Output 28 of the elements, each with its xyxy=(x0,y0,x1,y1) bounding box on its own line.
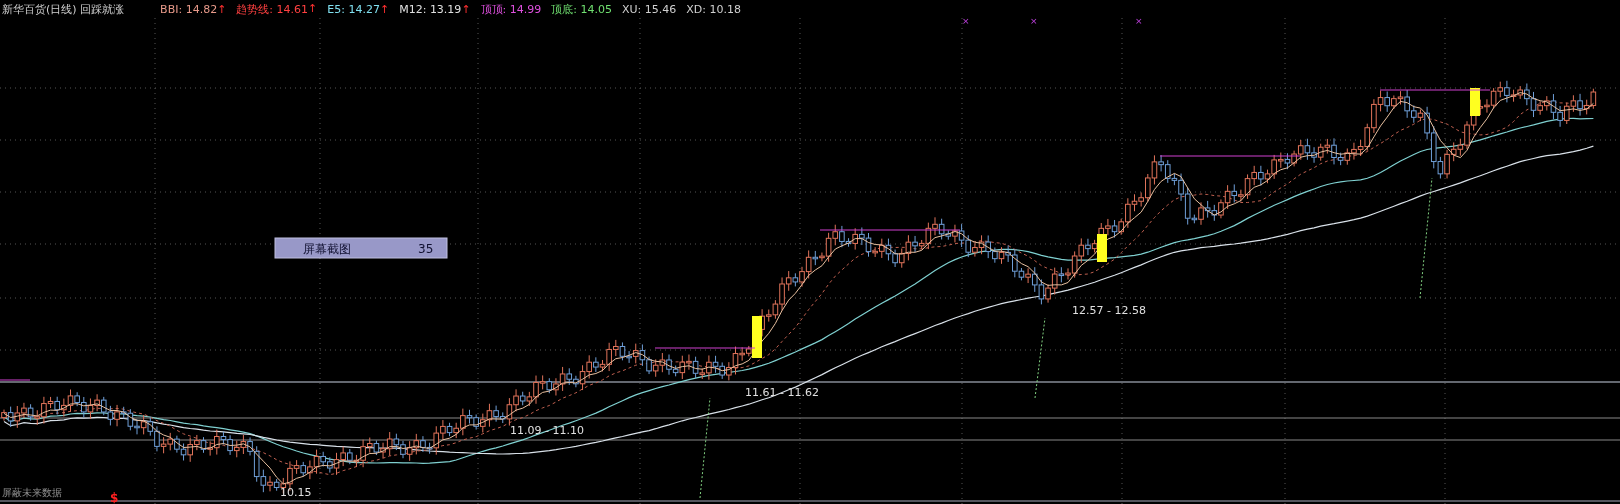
signal-bar xyxy=(1470,88,1480,116)
indicator-value: XD: 10.18 xyxy=(686,2,742,16)
screenshot-count: 35 xyxy=(418,242,434,256)
indicator-value: 顶底: 14.05 xyxy=(551,1,613,17)
low-price-label: 10.15 xyxy=(280,486,312,499)
resistance-line xyxy=(0,379,31,381)
screenshot-label: 屏幕截图 xyxy=(303,242,351,256)
up-arrow-icon: ↑ xyxy=(308,1,318,17)
indicator-value: M12: 13.19 xyxy=(399,2,462,16)
up-arrow-icon: ↑ xyxy=(217,2,227,16)
indicator-value: E5: 14.27 xyxy=(327,2,380,16)
price-range-label: 11.09 - 11.10 xyxy=(510,424,584,437)
cross-mark: × xyxy=(962,18,970,26)
price-range-label: 12.57 - 12.58 xyxy=(1072,304,1146,317)
indicator-value: XU: 15.46 xyxy=(622,2,677,16)
indicator-value: 趋势线: 14.61 xyxy=(236,1,309,17)
indicator-value: BBI: 14.82 xyxy=(160,2,218,16)
signal-bar xyxy=(752,316,762,358)
signal-mark: $ xyxy=(110,491,119,504)
future-data-note: 屏蔽未来数据 xyxy=(2,487,62,498)
indicator-value: 顶顶: 14.99 xyxy=(480,1,542,17)
cross-mark: × xyxy=(1135,18,1143,26)
up-arrow-icon: ↑ xyxy=(379,2,390,16)
cross-mark: × xyxy=(1030,18,1038,26)
chart-title: 新华百货(日线) 回踩就涨 xyxy=(2,1,125,17)
up-arrow-icon: ↑ xyxy=(461,2,471,16)
signal-bar xyxy=(1097,234,1107,262)
price-range-label: 11.61 - 11.62 xyxy=(745,386,819,399)
